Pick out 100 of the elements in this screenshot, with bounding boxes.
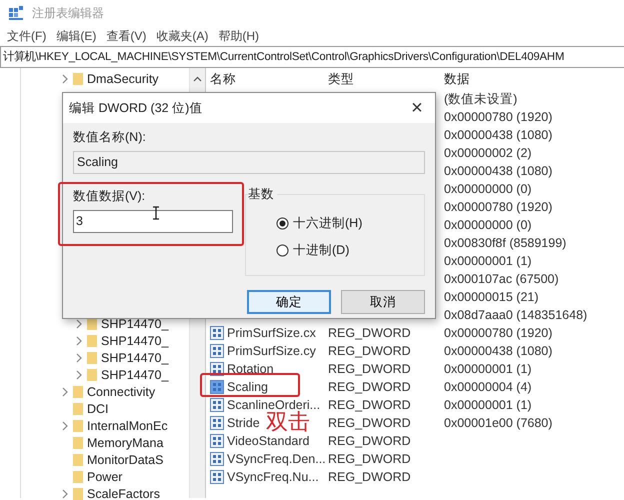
value-data: 0x00001e00 (7680) <box>444 416 552 430</box>
dialog-title: 编辑 DWORD (32 位)值 <box>69 100 202 116</box>
radio-indicator[interactable] <box>276 217 289 230</box>
folder-icon <box>72 486 84 500</box>
dialog-button[interactable]: 确定 <box>247 290 331 314</box>
radio-button[interactable]: 十进制(D) <box>276 242 424 259</box>
radio-button[interactable]: 十六进制(H) <box>276 215 424 232</box>
folder-icon <box>72 470 84 484</box>
value-data: 0x00000004 (4) <box>444 380 532 394</box>
binary-value-icon <box>210 434 224 448</box>
scroll-up-icon[interactable] <box>193 76 202 82</box>
value-type: REG_DWORD <box>328 398 411 412</box>
value-type: REG_DWORD <box>328 344 411 358</box>
value-data: 0x00000780 (1920) <box>444 110 552 124</box>
expand-icon[interactable] <box>61 488 69 498</box>
value-type: REG_DWORD <box>328 470 411 484</box>
value-name[interactable]: PrimSurfSize.cy <box>227 344 316 358</box>
value-data: 0x00000001 (1) <box>444 362 532 376</box>
value-name[interactable]: Rotation <box>227 362 274 376</box>
tree-item[interactable]: InternalMonEc <box>87 418 168 432</box>
value-type: REG_DWORD <box>328 452 411 466</box>
value-data: 0x00000780 (1920) <box>444 200 552 214</box>
value-data: 0x00000438 (1080) <box>444 128 552 142</box>
value-type: REG_DWORD <box>328 434 411 448</box>
dialog-button[interactable]: 取消 <box>341 290 425 314</box>
value-name[interactable]: VSyncFreq.Den... <box>227 452 326 466</box>
value-data: 0x00830f8f (8589199) <box>444 236 566 250</box>
menu-item[interactable]: 帮助(H) <box>213 28 264 44</box>
value-type: REG_DWORD <box>328 326 411 340</box>
value-type: REG_DWORD <box>328 416 411 430</box>
value-data: 0x00000000 (0) <box>444 182 532 196</box>
text-cursor-icon <box>153 206 159 220</box>
tree-item[interactable]: ScaleFactors <box>87 486 160 500</box>
expand-icon[interactable] <box>61 74 69 84</box>
address-bar[interactable]: 计算机\HKEY_LOCAL_MACHINE\SYSTEM\CurrentControlSet\Control\GraphicsDrivers\Configuration\DEL409AHM <box>0 46 624 68</box>
menu-item[interactable]: 收藏夹(A) <box>151 28 214 44</box>
column-header[interactable]: 名称 <box>210 70 328 88</box>
value-data: 0x08d7aaa0 (148351648) <box>444 308 588 322</box>
folder-icon <box>86 334 98 348</box>
field-label: 数值名称(N): <box>73 129 147 146</box>
tree-item[interactable]: MonitorDataS <box>87 452 164 466</box>
field-label: 数值数据(V): <box>73 188 146 205</box>
binary-value-icon <box>210 416 224 430</box>
column-header[interactable]: 类型 <box>328 70 444 88</box>
tree-item[interactable]: MemoryMana <box>87 436 164 450</box>
value-type: REG_DWORD <box>328 362 411 376</box>
value-name[interactable]: ScanlineOrderi... <box>227 398 320 412</box>
binary-value-icon <box>210 344 224 358</box>
tree-item[interactable]: SHP14470_ <box>101 334 168 348</box>
expand-icon[interactable] <box>75 336 83 346</box>
binary-value-icon <box>210 398 224 412</box>
value-data: 0x00000780 (1920) <box>444 326 552 340</box>
name-field[interactable]: Scaling <box>73 151 425 174</box>
menu-item[interactable]: 文件(F) <box>2 28 52 44</box>
folder-icon <box>72 384 84 398</box>
folder-icon <box>72 436 84 450</box>
value-data: 0x000107ac (67500) <box>444 272 559 286</box>
window-title: 注册表编辑器 <box>32 4 104 22</box>
annotation-text: 双击 <box>266 410 310 434</box>
value-data: 0x00000000 (0) <box>444 218 532 232</box>
column-header[interactable]: 数据 <box>444 70 624 88</box>
registry-icon <box>8 5 24 21</box>
expand-icon[interactable] <box>75 318 83 328</box>
tree-item[interactable]: SHP14470_ <box>101 368 168 382</box>
value-data: 0x00000001 (1) <box>444 254 532 268</box>
radio-indicator[interactable] <box>276 244 289 257</box>
folder-icon <box>86 350 98 364</box>
group-label: 基数 <box>248 186 277 203</box>
value-type: REG_DWORD <box>328 380 411 394</box>
binary-value-icon <box>210 452 224 466</box>
binary-value-icon <box>210 326 224 340</box>
binary-value-icon <box>210 470 224 484</box>
folder-icon <box>72 402 84 416</box>
value-data: 0x00000001 (1) <box>444 398 532 412</box>
folder-icon <box>72 452 84 466</box>
tree-item[interactable]: DCI <box>87 402 109 416</box>
value-name[interactable]: VideoStandard <box>227 434 310 448</box>
tree-item[interactable]: Connectivity <box>87 384 156 398</box>
tree-item[interactable]: SHP14470_ <box>101 316 168 330</box>
value-data: 0x00000015 (21) <box>444 290 539 304</box>
menu-item[interactable]: 编辑(E) <box>51 28 102 44</box>
expand-icon[interactable] <box>75 370 83 380</box>
value-data: (数值未设置) <box>444 92 518 106</box>
expand-icon[interactable] <box>61 386 69 396</box>
tree-item[interactable]: SHP14470_ <box>101 350 168 364</box>
value-input-field[interactable]: 3 <box>73 210 233 233</box>
close-button[interactable]: × <box>399 93 435 123</box>
expand-icon[interactable] <box>61 420 69 430</box>
expand-icon[interactable] <box>75 352 83 362</box>
menu-item[interactable]: 查看(V) <box>101 28 152 44</box>
folder-icon <box>72 418 84 432</box>
folder-icon <box>72 72 84 86</box>
tree-item[interactable]: DmaSecurity <box>87 72 159 86</box>
value-name[interactable]: PrimSurfSize.cx <box>227 326 316 340</box>
value-data: 0x00000438 (1080) <box>444 164 552 178</box>
value-name[interactable]: Stride <box>227 416 260 430</box>
value-data: 0x00000438 (1080) <box>444 344 552 358</box>
value-name[interactable]: Scaling <box>227 380 268 394</box>
tree-item[interactable]: Power <box>87 470 122 484</box>
value-name[interactable]: VSyncFreq.Nu... <box>227 470 319 484</box>
